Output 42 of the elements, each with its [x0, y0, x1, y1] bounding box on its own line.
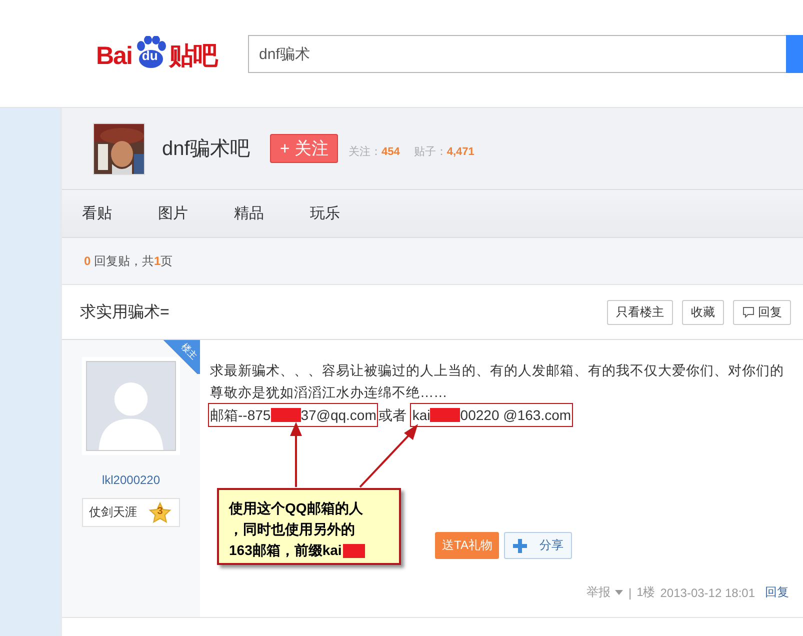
redaction-block — [270, 408, 301, 422]
tab[interactable]: 精品 — [234, 204, 310, 223]
author-name[interactable]: lkl2000220 — [102, 473, 160, 487]
floor-number: 1楼 — [636, 584, 656, 601]
thread-title: 求实用骗术= — [80, 302, 170, 322]
thread-button[interactable]: 回复 — [733, 300, 791, 324]
logo-text: Bai — [96, 42, 132, 70]
search-button[interactable] — [786, 34, 803, 72]
post-time: 2013-03-12 18:01 — [660, 586, 755, 600]
logo-text: du — [142, 48, 158, 62]
post-text: 求最新骗术、、、容易让被骗过的人上当的、有的人发邮箱、有的我不仅大爱你们、对你们的尊敬亦是犹如滔滔江水办连绵不绝…… — [210, 362, 785, 402]
email-text: kai — [412, 406, 430, 425]
logo-text: 贴吧 — [168, 42, 217, 70]
separator-text: | — [628, 586, 632, 600]
caret-icon — [615, 590, 624, 595]
callout-text: 使用这个QQ邮箱的人 — [229, 499, 363, 518]
search-field[interactable]: dnf骗术 — [248, 34, 786, 72]
callout-text: ，同时也使用另外的 — [229, 520, 355, 539]
badge-name: 仗剑天涯 — [89, 504, 137, 521]
forum-stat: 关注：454 — [348, 144, 400, 159]
thread-button[interactable]: 只看楼主 — [607, 300, 673, 324]
tab[interactable]: 玩乐 — [310, 204, 386, 223]
level-star-icon: 3 — [149, 502, 171, 523]
redaction-block — [430, 408, 460, 422]
email-text: 或者 — [378, 406, 406, 425]
callout-text: 163邮箱，前缀kai — [229, 541, 342, 560]
arrow — [290, 422, 302, 487]
tab[interactable]: 图片 — [158, 204, 234, 223]
reply-count-text: 0 回复贴，共1页 — [84, 252, 173, 270]
tab[interactable]: 看贴 — [82, 204, 158, 223]
email-text: 00220 @163.com — [460, 406, 572, 425]
forum-stat: 贴子：4,471 — [414, 145, 474, 159]
redaction-block — [342, 544, 365, 558]
reply-link[interactable]: 回复 — [765, 584, 789, 601]
comment-icon — [742, 306, 755, 318]
email-text: 37@qq.com — [300, 406, 376, 425]
email-text: 邮箱--875 — [210, 406, 271, 425]
thread-button[interactable]: 收藏 — [682, 300, 724, 324]
forum-name: dnf骗术吧 — [162, 137, 250, 162]
plus-icon — [513, 538, 528, 552]
arrow — [359, 424, 418, 488]
share-button[interactable]: 分享 — [504, 532, 572, 559]
